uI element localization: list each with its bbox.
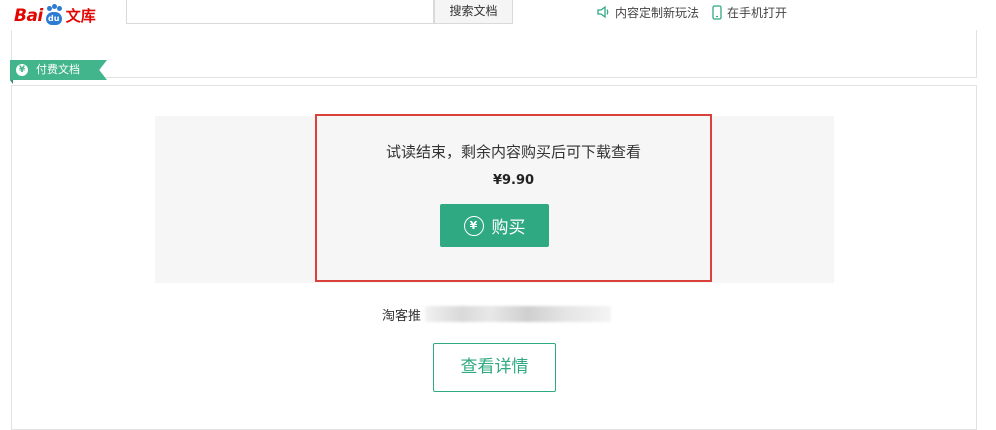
paid-document-label: 付费文档 (36, 63, 80, 76)
paid-document-tag: ¥ 付费文档 (10, 60, 107, 84)
speaker-icon (597, 5, 609, 19)
highlight-frame (315, 114, 712, 282)
redacted-text (425, 306, 612, 322)
open-on-phone-link[interactable]: 在手机打开 (712, 4, 787, 20)
buy-label: 购买 (491, 218, 526, 238)
search-documents-button[interactable]: 搜索文档 (434, 0, 513, 24)
recommend-prefix: 淘客推 (382, 308, 422, 324)
document-top-frame (11, 30, 977, 78)
open-on-phone-label: 在手机打开 (727, 5, 788, 20)
baidu-wenku-logo[interactable]: Bai du 文库 (14, 2, 96, 26)
content-customize-label: 内容定制新玩法 (615, 5, 700, 20)
recommend-line: 淘客推 (382, 305, 612, 324)
paw-icon: du (44, 4, 64, 26)
logo-bai: Bai (14, 6, 43, 26)
logo-du: du (45, 12, 62, 25)
buy-button[interactable]: ¥ 购买 (440, 204, 549, 247)
search-input[interactable] (126, 0, 434, 24)
phone-icon (712, 4, 722, 20)
yuan-coin-icon: ¥ (16, 64, 28, 76)
content-customize-link[interactable]: 内容定制新玩法 (596, 4, 699, 20)
view-details-button[interactable]: 查看详情 (433, 343, 556, 392)
price-label: ¥9.90 (492, 173, 535, 188)
trial-ended-message: 试读结束，剩余内容购买后可下载查看 (385, 143, 641, 161)
top-header: Bai du 文库 搜索文档 内容定制新玩法 在手机打开 (0, 0, 996, 26)
logo-wenku: 文库 (65, 7, 96, 25)
yen-circle-icon: ¥ (463, 215, 484, 236)
